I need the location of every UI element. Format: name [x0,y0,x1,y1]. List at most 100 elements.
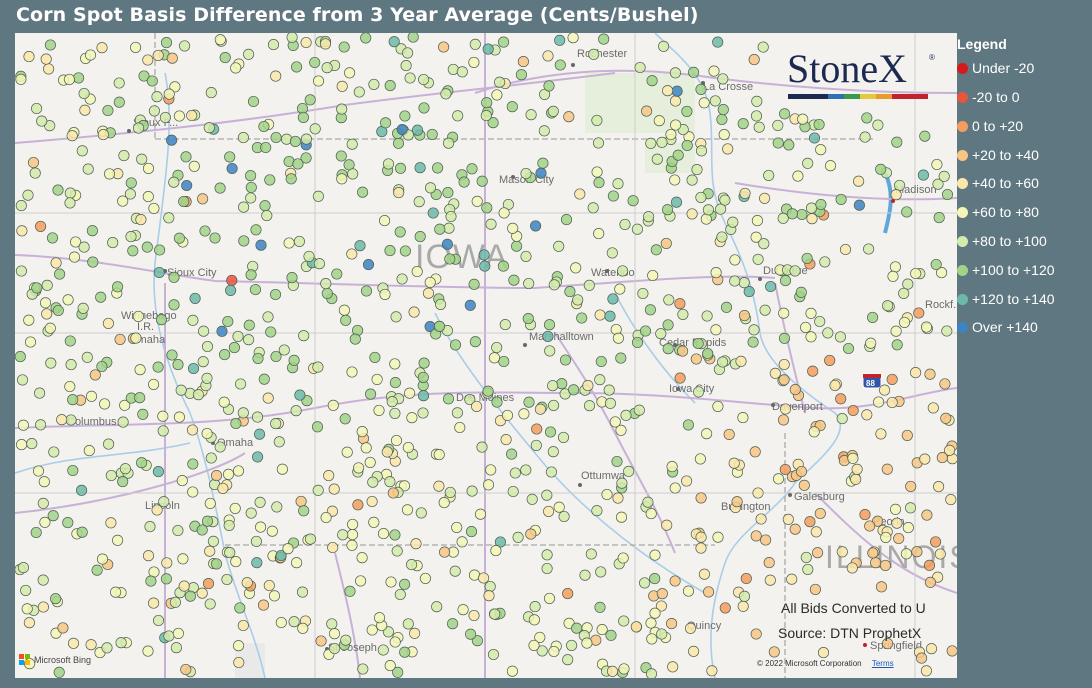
elevator-bid-marker[interactable] [24,336,37,348]
elevator-bid-marker[interactable] [902,522,914,534]
elevator-bid-marker[interactable] [102,317,114,329]
elevator-bid-marker[interactable] [38,476,50,488]
elevator-bid-marker[interactable] [283,237,295,249]
elevator-bid-marker[interactable] [889,503,902,515]
elevator-bid-marker[interactable] [658,40,670,52]
elevator-bid-marker[interactable] [166,349,178,361]
elevator-bid-marker[interactable] [805,307,817,319]
elevator-bid-marker[interactable] [606,665,619,677]
elevator-bid-marker[interactable] [142,162,155,174]
elevator-bid-marker[interactable] [438,497,450,509]
elevator-bid-marker[interactable] [543,592,556,604]
elevator-bid-marker[interactable] [647,269,659,282]
elevator-bid-marker[interactable] [136,153,148,165]
elevator-bid-marker[interactable] [507,485,519,498]
elevator-bid-marker[interactable] [511,240,523,252]
elevator-bid-marker[interactable] [709,95,721,107]
elevator-bid-marker[interactable] [134,364,146,376]
elevator-bid-marker[interactable] [241,577,253,589]
elevator-bid-marker[interactable] [750,110,763,122]
elevator-bid-marker[interactable] [37,497,49,509]
elevator-bid-marker[interactable] [35,220,47,232]
elevator-bid-marker[interactable] [749,446,761,458]
elevator-bid-marker[interactable] [160,37,173,49]
elevator-bid-marker[interactable] [583,400,596,412]
elevator-bid-marker[interactable] [656,136,668,148]
elevator-bid-marker[interactable] [593,177,605,189]
elevator-bid-marker[interactable] [409,627,421,639]
elevator-bid-marker[interactable] [695,492,707,504]
elevator-bid-marker[interactable] [718,129,730,141]
elevator-bid-marker[interactable] [727,216,739,228]
elevator-bid-marker[interactable] [210,558,223,570]
elevator-bid-marker[interactable] [152,614,165,627]
elevator-bid-marker[interactable] [418,102,430,114]
elevator-bid-marker[interactable] [639,325,652,337]
elevator-bid-marker[interactable] [347,168,359,180]
elevator-bid-marker[interactable] [346,529,359,541]
elevator-bid-marker[interactable] [170,642,182,654]
elevator-bid-marker[interactable] [643,211,655,223]
elevator-bid-marker[interactable] [468,609,480,622]
elevator-bid-marker[interactable] [52,304,64,317]
elevator-bid-marker[interactable] [399,646,411,658]
elevator-bid-marker[interactable] [237,407,249,419]
elevator-bid-marker[interactable] [594,374,606,386]
elevator-bid-marker[interactable] [681,105,693,117]
legend-item[interactable]: +80 to +100 [957,231,1047,251]
elevator-bid-marker[interactable] [166,52,178,64]
elevator-bid-marker[interactable] [205,452,217,464]
elevator-bid-marker[interactable] [719,602,731,614]
elevator-bid-marker[interactable] [485,464,497,476]
elevator-bid-marker[interactable] [582,380,594,392]
elevator-bid-marker[interactable] [882,300,894,312]
elevator-bid-marker[interactable] [930,536,942,548]
elevator-bid-marker[interactable] [250,535,262,547]
elevator-bid-marker[interactable] [655,328,667,340]
elevator-bid-marker[interactable] [178,195,190,208]
elevator-bid-marker[interactable] [204,598,216,610]
elevator-bid-marker[interactable] [232,330,244,342]
elevator-bid-marker[interactable] [669,575,681,587]
elevator-bid-marker[interactable] [789,384,801,396]
elevator-bid-marker[interactable] [175,384,187,396]
elevator-bid-marker[interactable] [107,237,119,249]
elevator-bid-marker[interactable] [346,248,358,260]
elevator-bid-marker[interactable] [153,266,165,279]
elevator-bid-marker[interactable] [717,104,729,116]
elevator-bid-marker[interactable] [357,663,369,675]
elevator-bid-marker[interactable] [232,465,245,477]
elevator-bid-marker[interactable] [388,36,400,48]
elevator-bid-marker[interactable] [444,486,456,498]
elevator-bid-marker[interactable] [41,308,53,320]
elevator-bid-marker[interactable] [130,332,142,344]
elevator-bid-marker[interactable] [752,253,764,265]
elevator-bid-marker[interactable] [119,463,131,475]
elevator-bid-marker[interactable] [196,587,208,599]
elevator-bid-marker[interactable] [619,218,631,230]
elevator-bid-marker[interactable] [243,334,255,346]
elevator-bid-marker[interactable] [163,212,175,224]
elevator-bid-marker[interactable] [614,283,626,295]
elevator-bid-marker[interactable] [797,113,809,125]
elevator-bid-marker[interactable] [136,457,148,469]
legend-item[interactable]: +40 to +60 [957,173,1039,193]
elevator-bid-marker[interactable] [487,648,500,661]
elevator-bid-marker[interactable] [99,398,111,410]
elevator-bid-marker[interactable] [312,75,325,87]
elevator-bid-marker[interactable] [737,412,749,424]
elevator-bid-marker[interactable] [528,639,540,651]
elevator-bid-marker[interactable] [223,519,235,531]
elevator-bid-marker[interactable] [941,188,954,201]
elevator-bid-marker[interactable] [544,426,557,438]
elevator-bid-marker[interactable] [406,559,418,571]
elevator-bid-marker[interactable] [336,103,348,115]
elevator-bid-marker[interactable] [913,307,925,319]
elevator-bid-marker[interactable] [399,110,411,122]
elevator-bid-marker[interactable] [352,499,364,511]
elevator-bid-marker[interactable] [427,207,439,219]
elevator-bid-marker[interactable] [886,373,898,385]
elevator-bid-marker[interactable] [135,214,147,226]
elevator-bid-marker[interactable] [547,446,559,458]
elevator-bid-marker[interactable] [47,510,59,522]
